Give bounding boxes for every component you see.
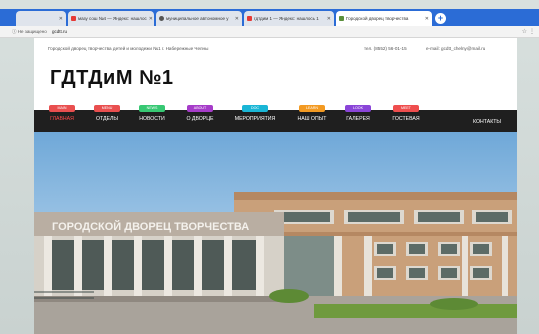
close-icon[interactable]: ✕ — [57, 16, 63, 22]
nav-label: ГЛАВНАЯ — [50, 116, 74, 122]
site-favicon-icon — [339, 16, 344, 21]
nav-tag: ABOUT — [187, 105, 213, 112]
nav-tag: MAIN — [49, 105, 75, 112]
nav-item-about[interactable]: ABOUT О ДВОРЦЕ — [180, 105, 220, 132]
tab-label: гдтдим 1 — Яндекс: нашлось 1 — [254, 16, 319, 21]
nav-item-events[interactable]: DOC МЕРОПРИЯТИЯ — [230, 105, 280, 132]
nav-tag: NEWS — [139, 105, 165, 112]
star-icon[interactable]: ☆ — [522, 28, 527, 35]
close-icon[interactable]: ✕ — [147, 16, 153, 22]
new-tab-icon[interactable]: + — [435, 13, 446, 24]
nav-tag: LEARN — [299, 105, 325, 112]
address-bar[interactable]: ⓘ Не защищено gcdtt.ru ☆ ⋮ — [0, 26, 539, 38]
close-icon[interactable]: ✕ — [325, 16, 331, 22]
nav-item-gallery[interactable]: LOOK ГАЛЕРЕЯ — [340, 105, 376, 132]
nav-item-news[interactable]: NEWS НОВОСТИ — [134, 105, 170, 132]
browser-tab[interactable]: муниципальное автономное у ✕ — [156, 11, 242, 26]
globe-icon — [159, 16, 164, 21]
nav-tag: MEET — [393, 105, 419, 112]
nav-label: ОТДЕЛЫ — [95, 116, 118, 122]
nav-label: ГОСТЕВАЯ — [392, 116, 420, 122]
close-icon[interactable]: ✕ — [233, 16, 239, 22]
nav-tag: MENU — [94, 105, 120, 112]
nav-label: МЕРОПРИЯТИЯ — [234, 116, 276, 122]
tab-label: мазу сош №4 — Яндекс: нашлос — [78, 16, 147, 21]
hero-photo: ГОРОДСКОЙ ДВОРЕЦ ТВОРЧЕСТВА — [34, 132, 517, 334]
browser-tab-strip: ✕ мазу сош №4 — Яндекс: нашлос ✕ муницип… — [0, 9, 539, 26]
site-logo[interactable]: ГДТДиМ №1 — [50, 67, 173, 90]
nav-item-contacts[interactable]: КОНТАКТЫ — [473, 119, 501, 125]
nav-item-main[interactable]: MAIN ГЛАВНАЯ — [46, 105, 78, 132]
building-illustration: ГОРОДСКОЙ ДВОРЕЦ ТВОРЧЕСТВА — [34, 132, 517, 334]
yandex-icon — [71, 16, 76, 21]
browser-tab[interactable]: гдтдим 1 — Яндекс: нашлось 1 ✕ — [244, 11, 334, 26]
header-email[interactable]: e-mail: gcdtt_chelny@mail.ru — [426, 46, 485, 51]
menu-icon[interactable]: ⋮ — [529, 28, 535, 35]
web-page: Городской дворец творчества детей и моло… — [34, 38, 517, 334]
header-tagline: Городской дворец творчества детей и моло… — [48, 46, 209, 51]
nav-label: НОВОСТИ — [139, 116, 165, 122]
nav-item-experience[interactable]: LEARN НАШ ОПЫТ — [290, 105, 334, 132]
browser-tab[interactable]: ✕ — [16, 11, 66, 26]
security-label: Не защищено — [17, 29, 47, 34]
browser-tab[interactable]: мазу сош №4 — Яндекс: нашлос ✕ — [68, 11, 154, 26]
nav-label: ГАЛЕРЕЯ — [346, 116, 370, 122]
yandex-icon — [247, 16, 252, 21]
header-phone: тел. (8552) 56-01-15 — [364, 46, 407, 51]
nav-label: О ДВОРЦЕ — [186, 116, 214, 122]
browser-tab-active[interactable]: Городской дворец творчества ✕ — [336, 11, 432, 26]
nav-tag: LOOK — [345, 105, 371, 112]
tab-label: Городской дворец творчества — [346, 16, 409, 21]
main-nav: MAIN ГЛАВНАЯ MENU ОТДЕЛЫ NEWS НОВОСТИ AB… — [34, 105, 517, 132]
hero-sign-text: ГОРОДСКОЙ ДВОРЕЦ ТВОРЧЕСТВА — [52, 220, 249, 233]
info-icon[interactable]: ⓘ Не защищено — [12, 29, 47, 35]
url-text[interactable]: gcdtt.ru — [52, 29, 67, 34]
nav-tag: DOC — [242, 105, 268, 112]
close-icon[interactable]: ✕ — [423, 16, 429, 22]
nav-item-departments[interactable]: MENU ОТДЕЛЫ — [90, 105, 124, 132]
tab-label: муниципальное автономное у — [166, 16, 229, 21]
nav-label: НАШ ОПЫТ — [297, 116, 327, 122]
nav-item-guestbook[interactable]: MEET ГОСТЕВАЯ — [386, 105, 426, 132]
